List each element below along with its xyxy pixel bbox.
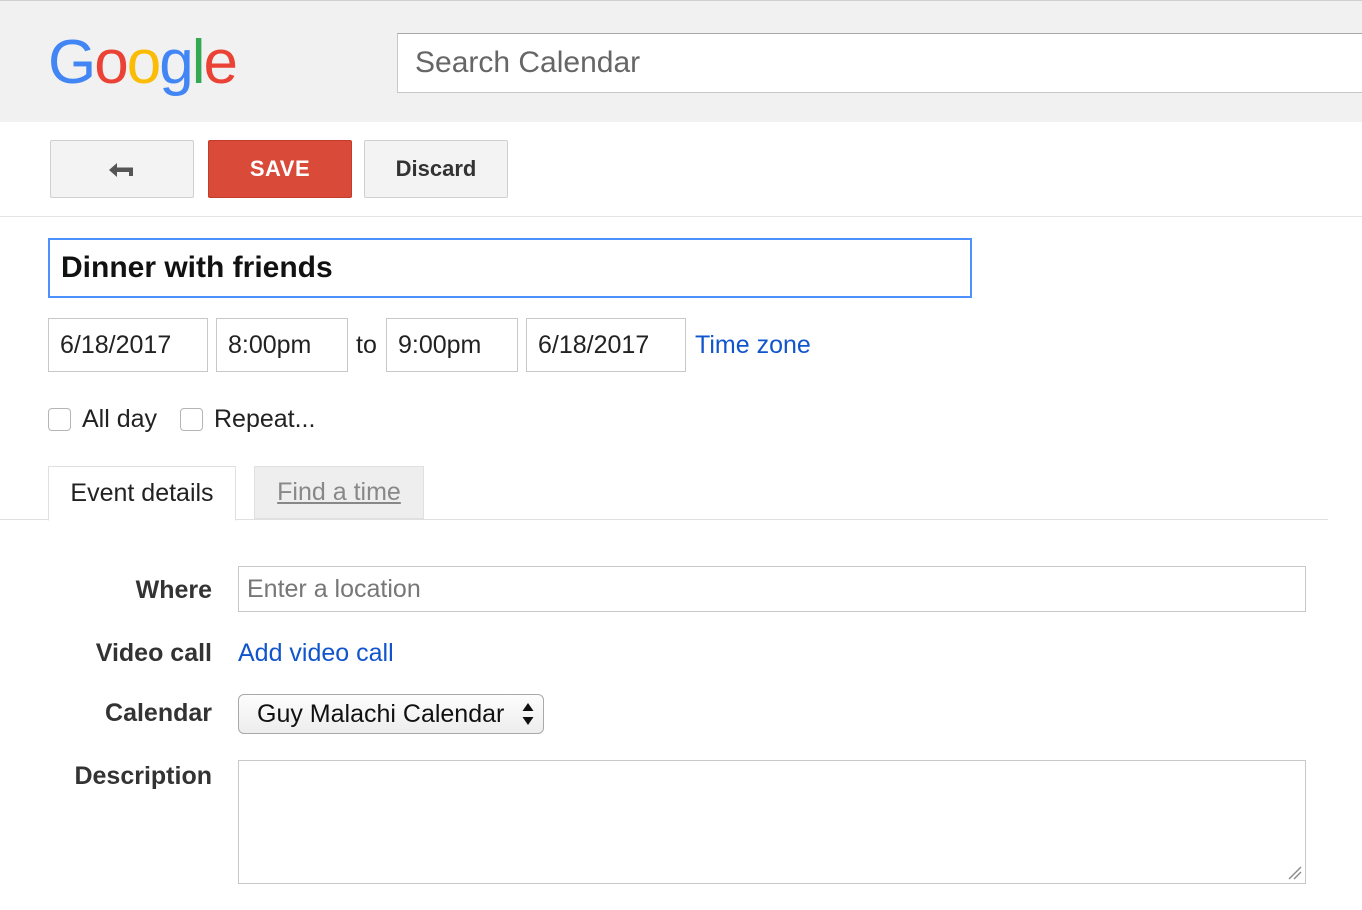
end-time-input[interactable]: [386, 318, 518, 372]
repeat-label: Repeat...: [214, 405, 316, 433]
where-input[interactable]: [238, 566, 1306, 612]
calendar-select-value: Guy Malachi Calendar: [257, 699, 505, 728]
logo-letter: o: [126, 28, 162, 97]
description-label: Description: [74, 762, 212, 790]
end-date-input[interactable]: [526, 318, 686, 372]
start-time-input[interactable]: [216, 318, 348, 372]
logo-letter: l: [191, 28, 206, 97]
google-logo[interactable]: Google: [48, 27, 238, 99]
search-calendar-input[interactable]: [397, 33, 1362, 93]
logo-letter: o: [94, 28, 129, 97]
resize-grip-icon[interactable]: [1286, 864, 1302, 880]
repeat-checkbox[interactable]: [180, 408, 203, 431]
back-arrow-icon: [109, 163, 133, 177]
add-video-call-link[interactable]: Add video call: [238, 639, 394, 668]
logo-letter: g: [159, 28, 194, 97]
calendar-select[interactable]: Guy Malachi Calendar: [238, 694, 544, 734]
where-label: Where: [135, 576, 212, 604]
all-day-checkbox[interactable]: [48, 408, 71, 431]
tab-find-a-time[interactable]: Find a time: [254, 466, 424, 519]
event-title-input[interactable]: [48, 238, 972, 298]
logo-letter: G: [48, 28, 96, 97]
event-toolbar: SAVE Discard: [0, 122, 1362, 217]
select-arrows-icon: [522, 703, 534, 725]
tab-event-details[interactable]: Event details: [48, 466, 236, 521]
discard-button[interactable]: Discard: [364, 140, 508, 198]
start-date-input[interactable]: [48, 318, 208, 372]
app-header: Google: [0, 0, 1362, 122]
to-label: to: [356, 331, 377, 359]
description-textarea[interactable]: [238, 760, 1306, 884]
all-day-label: All day: [82, 405, 158, 433]
video-call-label: Video call: [95, 639, 212, 667]
time-zone-link[interactable]: Time zone: [695, 331, 811, 360]
calendar-label: Calendar: [105, 699, 212, 727]
back-button[interactable]: [50, 140, 194, 198]
save-button[interactable]: SAVE: [208, 140, 352, 198]
logo-letter: e: [203, 28, 238, 97]
